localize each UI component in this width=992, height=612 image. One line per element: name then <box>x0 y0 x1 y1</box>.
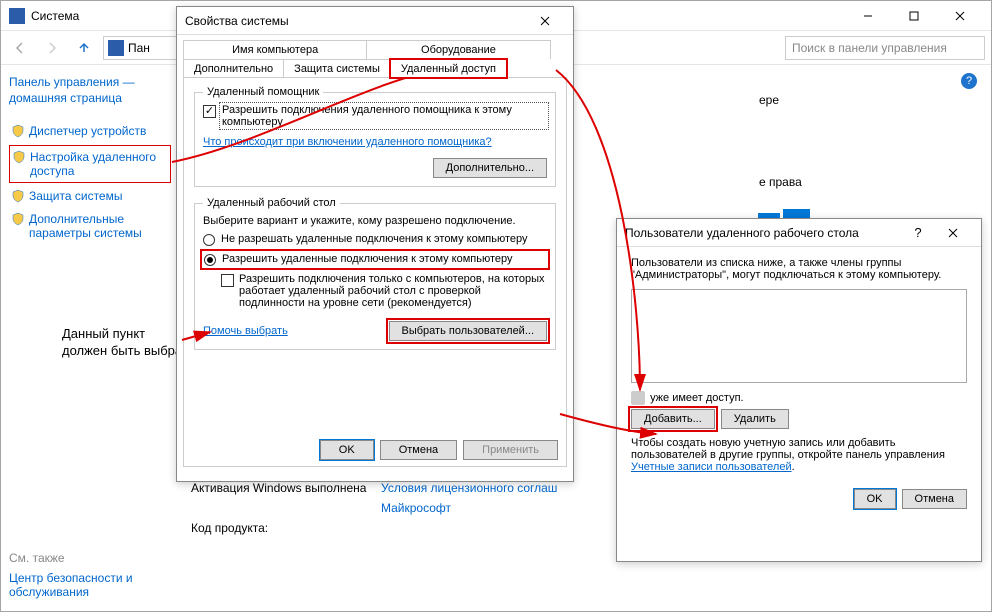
chk-label: Разрешить подключения только с компьютер… <box>239 273 547 309</box>
minimize-button[interactable] <box>845 1 891 31</box>
close-button[interactable] <box>937 1 983 31</box>
radio-disallow[interactable]: Не разрешать удаленные подключения к это… <box>203 233 547 246</box>
sidebar-item-system-protection[interactable]: Защита системы <box>9 185 171 207</box>
shield-icon <box>11 124 25 138</box>
see-also-label: См. также <box>9 551 169 565</box>
rdu-close-button[interactable] <box>933 220 973 246</box>
breadcrumb-text: Пан <box>128 41 150 55</box>
system-properties-dialog: Свойства системы Имя компьютера Оборудов… <box>176 6 574 482</box>
has-access-line: уже имеет доступ. <box>631 391 967 405</box>
activation-status-label: Активация Windows выполнена <box>191 481 381 495</box>
radio-icon <box>204 254 216 266</box>
radio-label: Разрешить удаленные подключения к этому … <box>222 253 513 265</box>
remote-desktop-desc: Выберите вариант и укажите, кому разреше… <box>203 215 547 227</box>
sp-content: Удаленный помощник Разрешить подключения… <box>183 77 567 467</box>
license-link[interactable]: Условия лицензионного соглаш <box>381 481 557 495</box>
bg-text: е права <box>759 175 802 189</box>
sidebar-item-advanced-settings[interactable]: Дополнительные параметры системы <box>9 208 171 245</box>
shield-icon <box>11 212 25 226</box>
checkbox-icon <box>221 274 234 287</box>
shield-icon <box>11 189 25 203</box>
sidebar-item-device-manager[interactable]: Диспетчер устройств <box>9 120 171 142</box>
rdu-cancel-button[interactable]: Отмена <box>902 489 967 509</box>
sidebar-item-remote-settings[interactable]: Настройка удаленного доступа <box>9 145 171 184</box>
rdu-help-button[interactable]: ? <box>903 225 933 240</box>
tab-computer-name[interactable]: Имя компьютера <box>183 40 367 59</box>
maximize-button[interactable] <box>891 1 937 31</box>
sidebar-item-label: Настройка удаленного доступа <box>30 150 168 179</box>
sidebar-item-label: Защита системы <box>29 189 122 203</box>
rdu-ok-button[interactable]: OK <box>854 489 896 509</box>
sp-title: Свойства системы <box>185 14 525 28</box>
checkbox-icon <box>203 105 216 118</box>
remote-assistance-help-link[interactable]: Что происходит при включении удаленного … <box>203 136 492 148</box>
sp-close-button[interactable] <box>525 8 565 34</box>
pc-icon <box>108 40 124 56</box>
sidebar-home-link[interactable]: Панель управления — домашняя страница <box>9 75 171 106</box>
ok-button[interactable]: OK <box>320 440 374 460</box>
apply-button[interactable]: Применить <box>463 440 558 460</box>
radio-icon <box>203 234 215 246</box>
product-key-label: Код продукта: <box>191 521 381 535</box>
allow-remote-assistance-checkbox[interactable]: Разрешить подключения удаленного помощни… <box>203 104 547 128</box>
remote-assistance-group: Удаленный помощник Разрешить подключения… <box>194 86 556 187</box>
remote-desktop-legend: Удаленный рабочий стол <box>203 197 340 209</box>
sp-titlebar: Свойства системы <box>177 7 573 35</box>
rdu-titlebar: Пользователи удаленного рабочего стола ? <box>617 219 981 247</box>
remote-users-dialog: Пользователи удаленного рабочего стола ?… <box>616 218 982 562</box>
user-accounts-link[interactable]: Учетные записи пользователей <box>631 461 792 473</box>
forward-button[interactable] <box>39 35 65 61</box>
help-choose-link[interactable]: Помочь выбрать <box>203 325 288 337</box>
cancel-button[interactable]: Отмена <box>380 440 457 460</box>
system-icon <box>9 8 25 24</box>
bg-text: ере <box>759 93 779 107</box>
up-button[interactable] <box>71 35 97 61</box>
add-user-button[interactable]: Добавить... <box>631 409 715 429</box>
radio-label: Не разрешать удаленные подключения к это… <box>221 233 528 245</box>
nla-checkbox[interactable]: Разрешить подключения только с компьютер… <box>221 273 547 309</box>
see-also-link[interactable]: Центр безопасности и обслуживания <box>9 571 169 599</box>
select-users-button[interactable]: Выбрать пользователей... <box>389 321 548 341</box>
rdu-title: Пользователи удаленного рабочего стола <box>625 226 903 240</box>
back-button[interactable] <box>7 35 33 61</box>
sidebar-item-label: Диспетчер устройств <box>29 124 146 138</box>
person-icon <box>631 391 645 405</box>
sp-tabs: Имя компьютера Оборудование Дополнительн… <box>177 35 573 77</box>
annotation-text: Данный пункт должен быть выбран! <box>62 326 193 360</box>
remote-desktop-group: Удаленный рабочий стол Выберите вариант … <box>194 197 556 350</box>
users-listbox[interactable] <box>631 289 967 383</box>
remote-assistance-advanced-button[interactable]: Дополнительно... <box>433 158 547 178</box>
tab-system-protection[interactable]: Защита системы <box>283 59 391 78</box>
radio-allow[interactable]: Разрешить удаленные подключения к этому … <box>203 252 547 267</box>
rdu-desc: Пользователи из списка ниже, а также чле… <box>631 257 967 281</box>
see-also: См. также Центр безопасности и обслужива… <box>9 551 169 599</box>
chk-label: Разрешить подключения удаленного помощни… <box>221 104 547 128</box>
remote-assistance-legend: Удаленный помощник <box>203 86 323 98</box>
license-link-2[interactable]: Майкрософт <box>381 501 451 515</box>
tab-hardware[interactable]: Оборудование <box>366 40 550 59</box>
rdu-hint: Чтобы создать новую учетную запись или д… <box>631 437 967 473</box>
sidebar-item-label: Дополнительные параметры системы <box>29 212 169 241</box>
remove-user-button[interactable]: Удалить <box>721 409 789 429</box>
tab-advanced[interactable]: Дополнительно <box>183 59 284 78</box>
sp-footer: OK Отмена Применить <box>320 440 558 460</box>
shield-icon <box>12 150 26 164</box>
tab-remote[interactable]: Удаленный доступ <box>390 59 507 78</box>
search-input[interactable]: Поиск в панели управления <box>785 36 985 60</box>
